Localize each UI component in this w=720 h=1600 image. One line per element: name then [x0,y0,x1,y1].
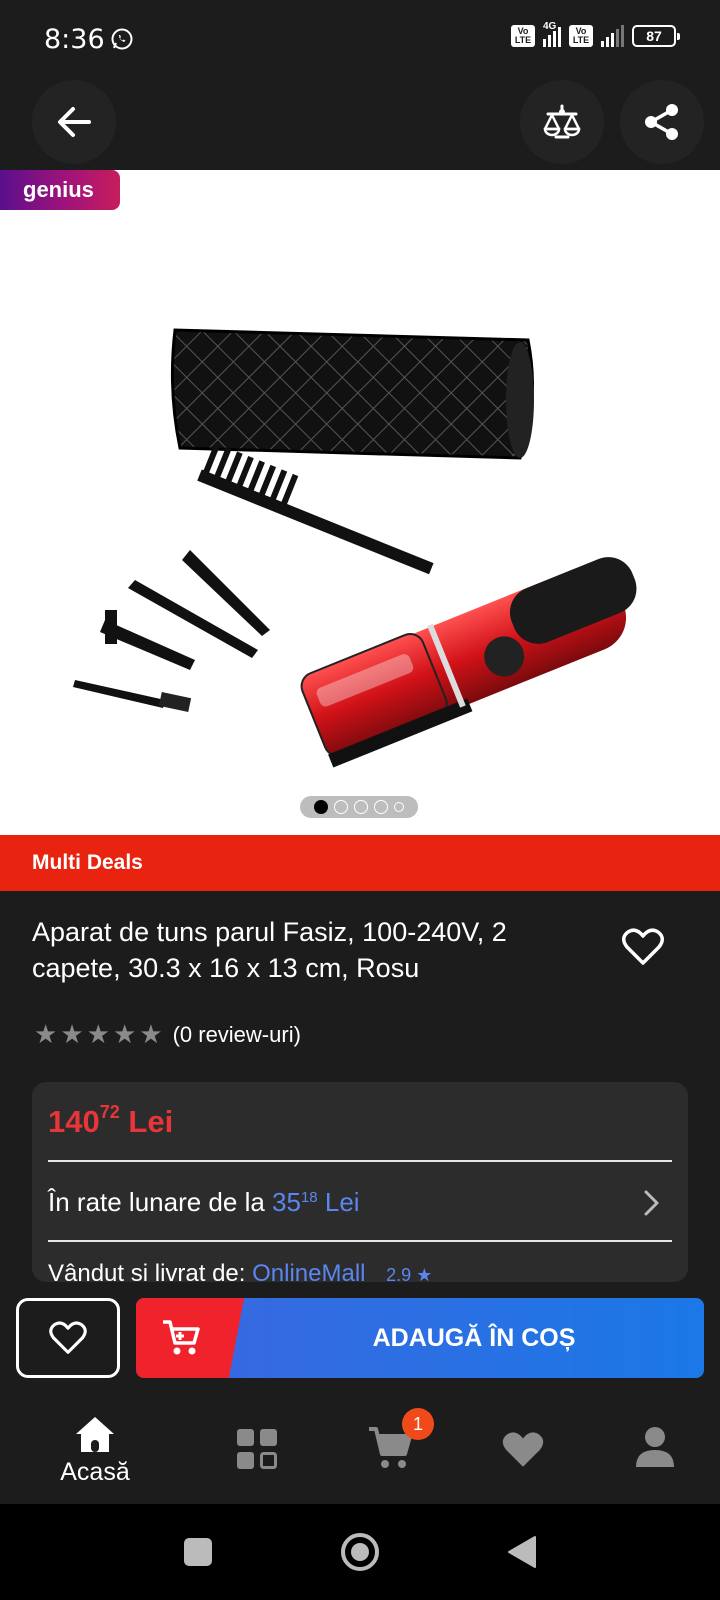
product-image [73,328,637,768]
cart-badge: 1 [402,1408,434,1440]
deals-banner-label: Multi Deals [32,851,143,874]
star-icon: ★ [112,1020,137,1050]
heart-icon [49,1321,87,1354]
bottom-nav: Acasă 1 [0,1392,720,1504]
volte-icon-2: Vo LTE [569,25,593,47]
star-icon: ★ [34,1020,58,1050]
seller-prefix: Vândut și livrat de: [48,1260,246,1282]
home-circle-icon[interactable] [340,1532,380,1572]
home-icon [76,1417,114,1452]
add-to-cart-label: ADAUGĂ ÎN COȘ [372,1324,576,1352]
back-arrow-icon [58,107,91,137]
price-integer: 140 [48,1104,100,1139]
tab-home-label: Acasă [60,1458,130,1486]
price-decimals: 72 [99,1102,120,1122]
chevron-right-icon[interactable] [640,1188,664,1218]
top-nav [0,78,720,170]
price-currency: Lei [128,1104,174,1139]
cart-icon [163,1320,200,1355]
seller-rating: 2.9 ★ [386,1265,432,1282]
favorite-heart-icon[interactable] [622,928,664,966]
system-nav-bar [0,1504,720,1600]
installments-row[interactable]: În rate lunare de la 3518 Lei [48,1187,360,1218]
back-button[interactable] [32,80,116,164]
seller-row: Vândut și livrat de: OnlineMall 2.9 ★ [48,1260,432,1282]
tab-account[interactable] [590,1392,720,1504]
recent-apps-icon[interactable] [183,1537,213,1567]
signal-1-icon: 4G [543,21,561,47]
status-indicators: Vo LTE 4G Vo LTE 87 [511,21,680,47]
divider [48,1160,672,1162]
status-bar: 8:36 Vo LTE 4G Vo LTE 87 [0,0,720,78]
gallery-dot[interactable] [374,800,388,814]
deals-banner[interactable]: Multi Deals [0,835,720,891]
rating-stars: ★ ★ ★ ★ ★ [34,1022,163,1048]
whatsapp-icon [111,28,133,50]
cart-icon-area [136,1298,244,1378]
add-to-wishlist-button[interactable] [16,1298,120,1378]
gallery-dot[interactable] [354,800,368,814]
gallery-pagination[interactable] [300,796,418,818]
compare-button[interactable] [520,80,604,164]
price-card: 14072 Lei În rate lunare de la 3518 Lei … [32,1082,688,1282]
product-image-gallery[interactable]: genius [0,170,720,835]
star-icon: ★ [416,1265,433,1282]
gallery-dot[interactable] [314,800,328,814]
tab-favorites[interactable] [458,1392,588,1504]
add-to-cart-button[interactable]: ADAUGĂ ÎN COȘ [136,1298,704,1378]
tab-home[interactable]: Acasă [30,1392,160,1504]
favorites-icon [502,1432,544,1467]
product-title: Aparat de tuns parul Fasiz, 100-240V, 2 … [32,917,507,983]
review-count[interactable]: (0 review-uri) [173,1022,301,1048]
installments-amount: 3518 Lei [272,1187,360,1217]
tab-cart[interactable] [326,1392,456,1504]
battery-icon: 87 [632,25,680,47]
status-time: 8:36 [44,24,105,55]
star-icon: ★ [139,1020,163,1050]
gallery-dot[interactable] [394,802,404,812]
volte-icon: Vo LTE [511,25,535,47]
tab-categories[interactable] [192,1392,322,1504]
star-icon: ★ [60,1020,84,1050]
star-icon: ★ [86,1020,110,1050]
categories-icon [237,1429,277,1469]
price: 14072 Lei [48,1102,174,1140]
signal-2-icon [601,25,624,47]
divider [48,1240,672,1242]
installments-prefix: În rate lunare de la [48,1187,265,1217]
back-triangle-icon[interactable] [507,1535,537,1569]
compare-scale-icon [543,104,581,139]
rating-row[interactable]: ★ ★ ★ ★ ★ (0 review-uri) [34,1022,301,1048]
action-bar: ADAUGĂ ÎN COȘ [0,1282,720,1386]
seller-link[interactable]: OnlineMall [252,1260,365,1282]
share-icon [645,104,678,140]
gallery-dot[interactable] [334,800,348,814]
account-icon [636,1427,674,1467]
network-type: 4G [543,21,557,32]
share-button[interactable] [620,80,704,164]
